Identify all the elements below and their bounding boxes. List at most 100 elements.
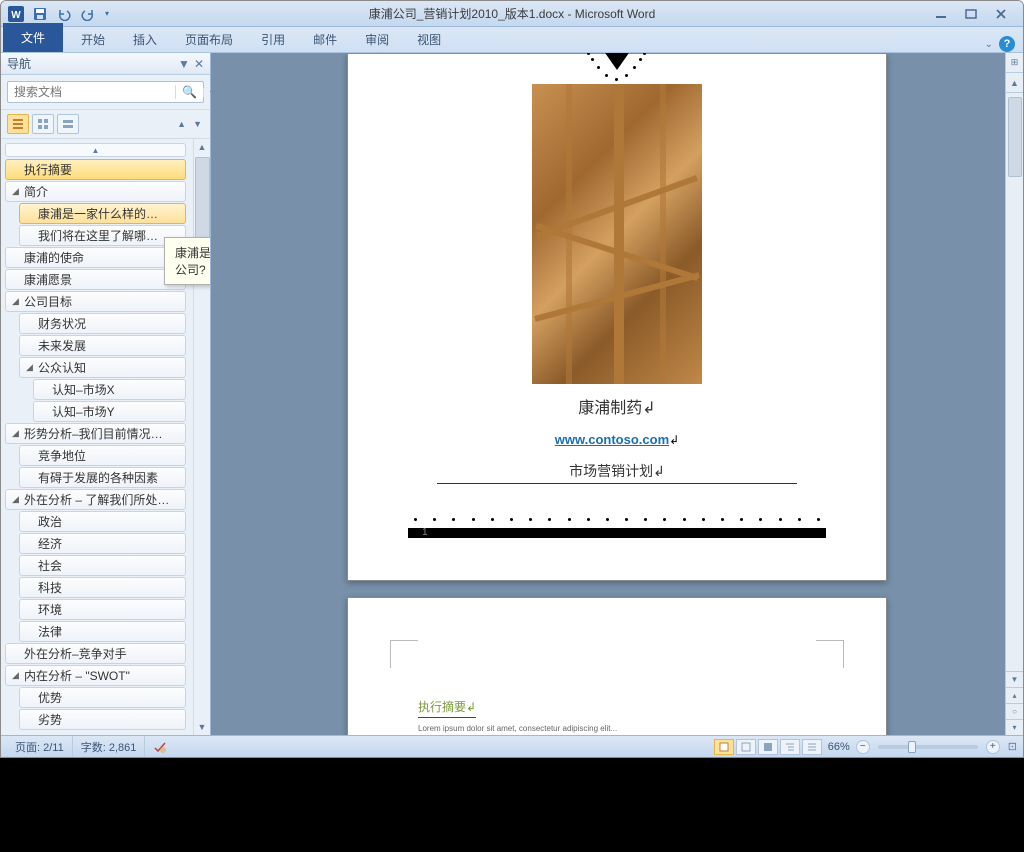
nav-item[interactable]: ◢公司目标 bbox=[5, 291, 186, 312]
tab-pagelayout[interactable]: 页面布局 bbox=[171, 26, 247, 52]
tab-references[interactable]: 引用 bbox=[247, 26, 299, 52]
nav-item[interactable]: 我们将在这里了解哪… bbox=[19, 225, 186, 246]
tab-review[interactable]: 审阅 bbox=[351, 26, 403, 52]
nav-item[interactable]: ◢外在分析 – 了解我们所处… bbox=[5, 489, 186, 510]
nav-item-label: 执行摘要 bbox=[24, 161, 72, 178]
nav-item[interactable]: 财务状况 bbox=[19, 313, 186, 334]
cover-link: www.contoso.com↲ bbox=[408, 432, 826, 447]
nav-prev-icon[interactable]: ▲ bbox=[175, 117, 188, 131]
nav-item[interactable]: 法律 bbox=[19, 621, 186, 642]
nav-item[interactable]: 未来发展 bbox=[19, 335, 186, 356]
nav-dropdown-icon[interactable]: ▼ bbox=[178, 57, 190, 71]
zoom-slider[interactable] bbox=[878, 745, 978, 749]
nav-item-label: 财务状况 bbox=[38, 315, 86, 332]
search-input[interactable] bbox=[8, 85, 175, 99]
nav-item[interactable]: ◢内在分析 – "SWOT" bbox=[5, 665, 186, 686]
scroll-thumb[interactable] bbox=[1008, 97, 1022, 177]
ribbon-minimize-icon[interactable]: ⌄ bbox=[985, 39, 993, 50]
scroll-thumb[interactable] bbox=[195, 157, 210, 247]
body-text: Lorem ipsum dolor sit amet, consectetur … bbox=[418, 724, 816, 733]
nav-item[interactable]: 政治 bbox=[19, 511, 186, 532]
nav-item-label: 形势分析–我们目前情况… bbox=[24, 425, 163, 442]
scroll-down-icon[interactable]: ▼ bbox=[194, 719, 210, 735]
minimize-button[interactable] bbox=[931, 7, 951, 21]
status-words[interactable]: 字数: 2,861 bbox=[73, 736, 146, 757]
qat-customize-icon[interactable]: ▾ bbox=[101, 4, 113, 24]
zoom-knob[interactable] bbox=[908, 741, 916, 753]
nav-item[interactable]: ◢简介 bbox=[5, 181, 186, 202]
nav-item[interactable]: 康浦愿景 bbox=[5, 269, 186, 290]
nav-header: 导航 ▼ ✕ bbox=[1, 53, 210, 75]
contoso-link[interactable]: www.contoso.com bbox=[555, 432, 669, 447]
nav-view-pages[interactable] bbox=[32, 114, 54, 134]
nav-item[interactable]: 优势 bbox=[19, 687, 186, 708]
close-button[interactable] bbox=[991, 7, 1011, 21]
nav-item[interactable]: ◢公众认知 bbox=[19, 357, 186, 378]
nav-item-label: 竞争地位 bbox=[38, 447, 86, 464]
nav-view-headings[interactable] bbox=[7, 114, 29, 134]
ribbon-tabs: 文件 开始 插入 页面布局 引用 邮件 审阅 视图 ⌄ ? bbox=[1, 27, 1023, 53]
nav-item[interactable]: 环境 bbox=[19, 599, 186, 620]
document-pages: 康浦制药↲ www.contoso.com↲ 市场营销计划↲ 1 bbox=[347, 53, 887, 735]
nav-item[interactable]: 科技 bbox=[19, 577, 186, 598]
nav-item[interactable]: 认知–市场Y bbox=[33, 401, 186, 422]
prev-page-icon[interactable]: ▴ bbox=[1006, 687, 1023, 703]
zoom-in-button[interactable]: + bbox=[986, 740, 1000, 754]
nav-item-label: 公众认知 bbox=[38, 359, 86, 376]
caret-icon: ◢ bbox=[12, 670, 22, 681]
nav-view-results[interactable] bbox=[57, 114, 79, 134]
nav-next-icon[interactable]: ▼ bbox=[191, 117, 204, 131]
nav-item[interactable]: 劣势 bbox=[19, 709, 186, 730]
view-outline[interactable] bbox=[780, 739, 800, 755]
scroll-up-icon[interactable]: ▲ bbox=[194, 139, 210, 155]
zoom-fit-icon[interactable]: ⊡ bbox=[1008, 740, 1017, 753]
nav-item[interactable]: 有碍于发展的各种因素 bbox=[19, 467, 186, 488]
search-icon[interactable]: 🔍 bbox=[175, 85, 203, 99]
tab-insert[interactable]: 插入 bbox=[119, 26, 171, 52]
document-scrollbar[interactable]: ⊞ ▲ ▼ ▴ ○ ▾ bbox=[1005, 53, 1023, 735]
caret-icon: ◢ bbox=[26, 362, 36, 373]
caret-icon: ◢ bbox=[12, 428, 22, 439]
caret-icon: ◢ bbox=[12, 494, 22, 505]
nav-collapse-all[interactable]: ▲ bbox=[5, 143, 186, 157]
nav-item[interactable]: 康浦是一家什么样的… bbox=[19, 203, 186, 224]
nav-item[interactable]: 外在分析–竞争对手 bbox=[5, 643, 186, 664]
word-app-icon[interactable]: W bbox=[5, 4, 27, 24]
zoom-out-button[interactable]: − bbox=[856, 740, 870, 754]
document-viewport[interactable]: 康浦制药↲ www.contoso.com↲ 市场营销计划↲ 1 bbox=[211, 53, 1023, 735]
view-print-layout[interactable] bbox=[714, 739, 734, 755]
scroll-up-icon[interactable]: ▲ bbox=[1006, 73, 1023, 93]
status-page[interactable]: 页面: 2/11 bbox=[7, 736, 73, 757]
tab-mailings[interactable]: 邮件 bbox=[299, 26, 351, 52]
tab-file[interactable]: 文件 bbox=[3, 23, 63, 52]
scroll-down-icon[interactable]: ▼ bbox=[1006, 671, 1023, 687]
redo-icon[interactable] bbox=[77, 4, 99, 24]
save-icon[interactable] bbox=[29, 4, 51, 24]
tab-view[interactable]: 视图 bbox=[403, 26, 455, 52]
view-full-screen[interactable] bbox=[736, 739, 756, 755]
nav-item[interactable]: 执行摘要 bbox=[5, 159, 186, 180]
nav-item[interactable]: 竞争地位 bbox=[19, 445, 186, 466]
nav-item[interactable]: 认知–市场X bbox=[33, 379, 186, 400]
nav-view-switcher: ▲ ▼ bbox=[1, 110, 210, 139]
nav-item[interactable]: 社会 bbox=[19, 555, 186, 576]
view-draft[interactable] bbox=[802, 739, 822, 755]
tab-home[interactable]: 开始 bbox=[67, 26, 119, 52]
ruler-toggle-icon[interactable]: ⊞ bbox=[1006, 53, 1023, 73]
nav-close-icon[interactable]: ✕ bbox=[194, 57, 204, 71]
nav-item[interactable]: 康浦的使命 bbox=[5, 247, 186, 268]
nav-item[interactable]: 经济 bbox=[19, 533, 186, 554]
browse-object-icon[interactable]: ○ bbox=[1006, 703, 1023, 719]
svg-text:W: W bbox=[11, 10, 21, 21]
undo-icon[interactable] bbox=[53, 4, 75, 24]
titlebar: W ▾ 康浦公司_营销计划2010_版本1.docx - Microsoft W… bbox=[1, 1, 1023, 27]
zoom-level[interactable]: 66% bbox=[828, 741, 850, 753]
nav-item-label: 认知–市场X bbox=[52, 381, 115, 398]
nav-item[interactable]: ◢形势分析–我们目前情况… bbox=[5, 423, 186, 444]
nav-scrollbar[interactable]: ▲ ▼ bbox=[193, 139, 210, 735]
status-proofing-icon[interactable] bbox=[145, 736, 175, 757]
maximize-button[interactable] bbox=[961, 7, 981, 21]
help-icon[interactable]: ? bbox=[999, 36, 1015, 52]
view-web-layout[interactable] bbox=[758, 739, 778, 755]
next-page-icon[interactable]: ▾ bbox=[1006, 719, 1023, 735]
